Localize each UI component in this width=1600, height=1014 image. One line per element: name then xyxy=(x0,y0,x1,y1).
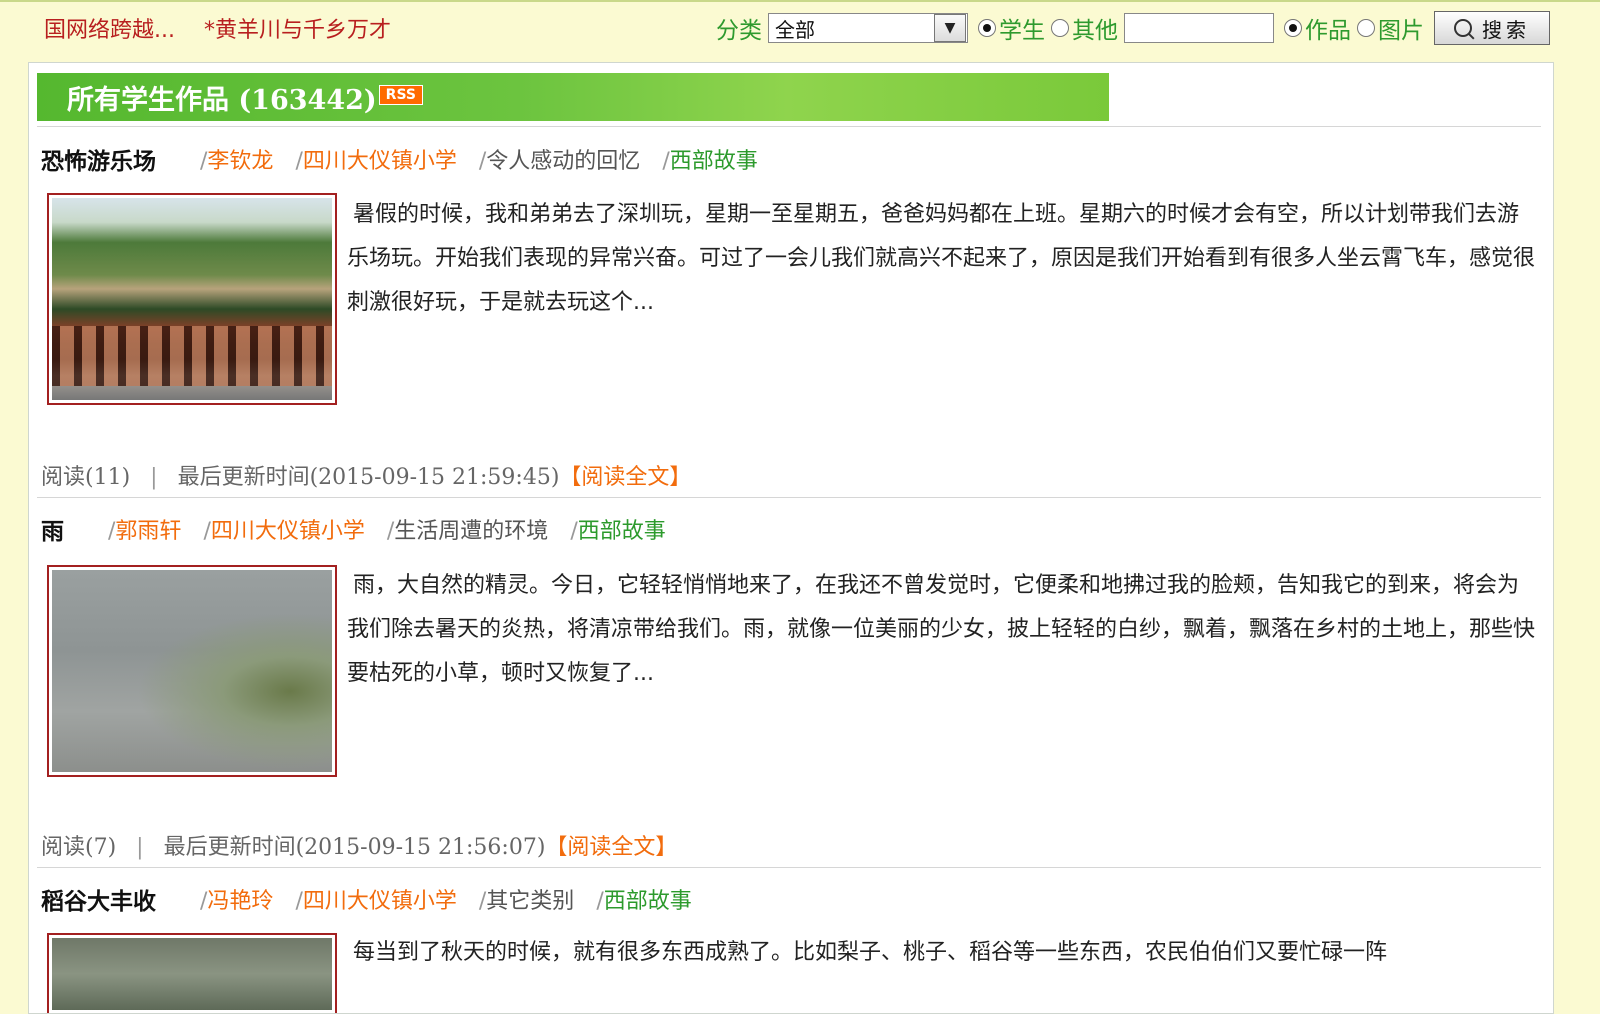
category-link[interactable]: 生活周遭的环境 xyxy=(394,519,548,544)
radio-work-dot[interactable] xyxy=(1284,19,1302,37)
column-link[interactable]: 西部故事 xyxy=(670,149,758,174)
thumbnail-image[interactable] xyxy=(52,570,332,772)
section-title: 所有学生作品 (163442) xyxy=(67,84,377,116)
work-excerpt: 雨，大自然的精灵。今日，它轻轻悄悄地来了，在我还不曾发觉时，它便柔和地拂过我的脸… xyxy=(347,573,1536,686)
section-banner: 所有学生作品 (163442) RSS xyxy=(37,73,1109,121)
search-button-label: 搜索 xyxy=(1482,17,1530,42)
radio-picture-label: 图片 xyxy=(1378,18,1424,44)
radio-picture[interactable]: 图片 xyxy=(1357,11,1424,45)
search-icon xyxy=(1454,19,1472,37)
radio-student-label: 学生 xyxy=(999,18,1045,44)
thumbnail-image[interactable] xyxy=(52,938,332,1010)
radio-work[interactable]: 作品 xyxy=(1284,11,1351,45)
column-link[interactable]: 西部故事 xyxy=(578,519,666,544)
category-link[interactable]: 令人感动的回忆 xyxy=(486,149,640,174)
radio-other[interactable]: 其他 xyxy=(1051,11,1118,45)
author-link[interactable]: 李钦龙 xyxy=(207,149,273,174)
work-meta: 阅读(7) | 最后更新时间(2015-09-15 21:56:07)【阅读全文】 xyxy=(41,835,678,860)
school-link[interactable]: 四川大仪镇小学 xyxy=(211,519,365,544)
work-title[interactable]: 雨 xyxy=(41,512,64,546)
read-full-link[interactable]: 【阅读全文】 xyxy=(559,465,691,490)
divider xyxy=(37,867,1541,868)
radio-student-dot[interactable] xyxy=(978,19,996,37)
top-bar: 国网络跨越... *黄羊川与千乡万才 分类 全部 ▼ 学生 其他 作品 图片 搜… xyxy=(0,0,1600,60)
column-link[interactable]: 西部故事 xyxy=(604,889,692,914)
work-title[interactable]: 稻谷大丰收 xyxy=(41,882,156,916)
radio-picture-dot[interactable] xyxy=(1357,19,1375,37)
ticker-item[interactable]: 国网络跨越... xyxy=(44,18,175,43)
radio-work-label: 作品 xyxy=(1305,18,1351,44)
category-select[interactable]: 全部 ▼ xyxy=(768,13,968,43)
works-panel: 所有学生作品 (163442) RSS 恐怖游乐场 /李钦龙 /四川大仪镇小学 … xyxy=(28,62,1554,1014)
school-link[interactable]: 四川大仪镇小学 xyxy=(303,889,457,914)
category-link[interactable]: 其它类别 xyxy=(486,889,574,914)
divider xyxy=(37,126,1541,127)
news-ticker[interactable]: 国网络跨越... *黄羊川与千乡万才 xyxy=(44,12,413,44)
read-full-link[interactable]: 【阅读全文】 xyxy=(545,835,677,860)
keyword-input[interactable] xyxy=(1124,13,1274,43)
divider xyxy=(37,497,1541,498)
updated-time: 最后更新时间(2015-09-15 21:59:45) xyxy=(177,465,560,490)
work-item-header: 恐怖游乐场 /李钦龙 /四川大仪镇小学 /令人感动的回忆 /西部故事 xyxy=(41,141,780,177)
search-bar: 分类 全部 ▼ 学生 其他 作品 图片 搜索 xyxy=(716,10,1550,46)
category-label: 分类 xyxy=(716,18,762,44)
work-title[interactable]: 恐怖游乐场 xyxy=(41,142,156,176)
work-item-header: 稻谷大丰收 /冯艳玲 /四川大仪镇小学 /其它类别 /西部故事 xyxy=(41,881,714,917)
school-link[interactable]: 四川大仪镇小学 xyxy=(303,149,457,174)
thumbnail-image[interactable] xyxy=(52,198,332,400)
category-select-value: 全部 xyxy=(775,17,815,42)
radio-student[interactable]: 学生 xyxy=(978,11,1045,45)
work-excerpt: 每当到了秋天的时候，就有很多东西成熟了。比如梨子、桃子、稻谷等一些东西，农民伯伯… xyxy=(353,940,1388,965)
read-count: 阅读(11) xyxy=(41,465,131,490)
work-thumbnail[interactable] xyxy=(47,193,337,405)
rss-icon[interactable]: RSS xyxy=(378,85,423,105)
author-link[interactable]: 郭雨轩 xyxy=(115,519,181,544)
work-thumbnail[interactable] xyxy=(47,933,337,1013)
chevron-down-icon[interactable]: ▼ xyxy=(934,14,966,42)
ticker-item[interactable]: *黄羊川与千乡万才 xyxy=(204,18,391,43)
work-thumbnail[interactable] xyxy=(47,565,337,777)
radio-other-dot[interactable] xyxy=(1051,19,1069,37)
read-count: 阅读(7) xyxy=(41,835,117,860)
author-link[interactable]: 冯艳玲 xyxy=(207,889,273,914)
work-excerpt: 暑假的时候，我和弟弟去了深圳玩，星期一至星期五，爸爸妈妈都在上班。星期六的时候才… xyxy=(347,202,1536,315)
work-meta: 阅读(11) | 最后更新时间(2015-09-15 21:59:45)【阅读全文】 xyxy=(41,465,692,490)
search-button[interactable]: 搜索 xyxy=(1434,11,1550,45)
radio-other-label: 其他 xyxy=(1072,18,1118,44)
updated-time: 最后更新时间(2015-09-15 21:56:07) xyxy=(163,835,546,860)
work-item-header: 雨 /郭雨轩 /四川大仪镇小学 /生活周遭的环境 /西部故事 xyxy=(41,511,688,547)
